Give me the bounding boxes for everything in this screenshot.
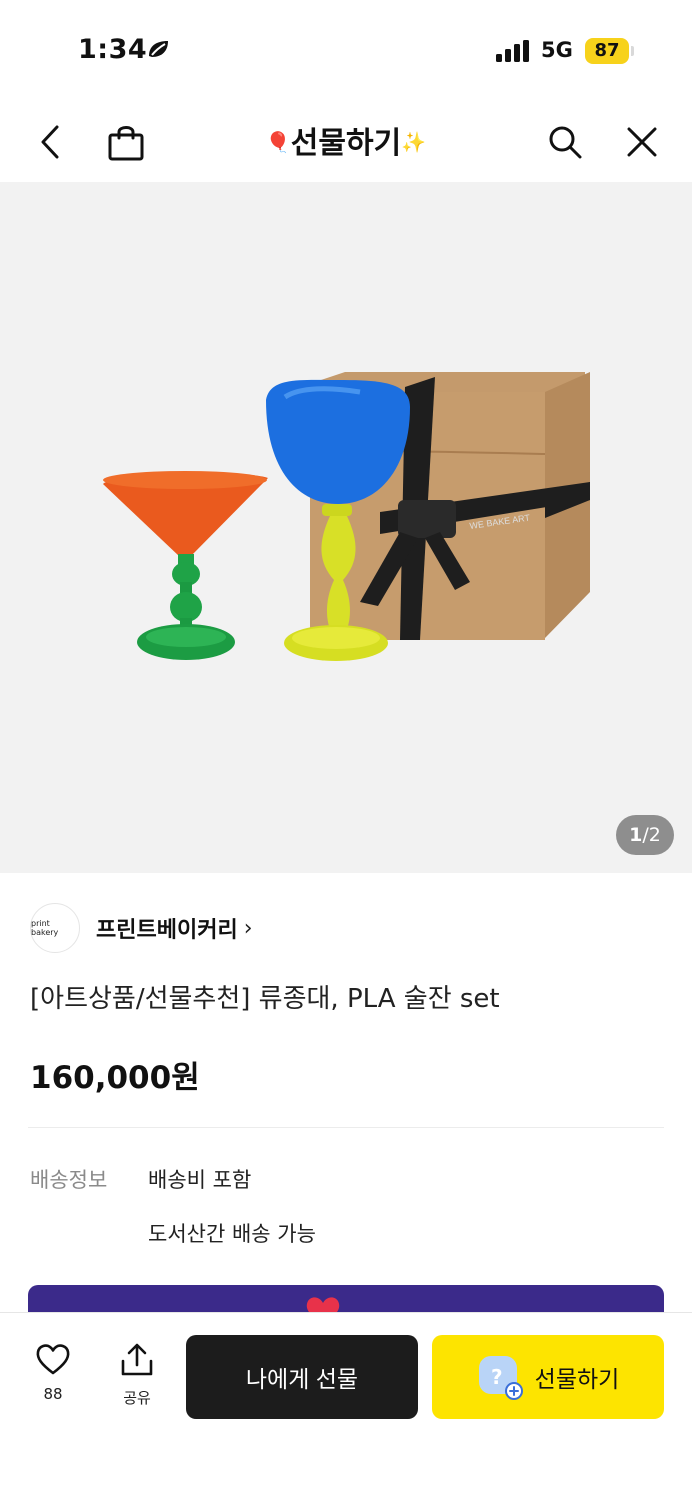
search-button[interactable]: [545, 122, 585, 162]
share-icon: [121, 1343, 153, 1376]
product-image-carousel[interactable]: WE BAKE ART 1/2: [0, 182, 692, 873]
like-button[interactable]: 88: [28, 1343, 78, 1403]
image-page-current: 1: [629, 824, 643, 846]
divider: [28, 1127, 664, 1128]
chevron-right-icon: ›: [243, 915, 253, 941]
like-count: 88: [43, 1385, 63, 1403]
seller-logo: print bakery: [30, 903, 80, 953]
search-icon: [549, 126, 582, 159]
heart-icon: [36, 1344, 70, 1375]
sparkle-emoji: ✨: [401, 130, 427, 154]
bottom-action-bar: 88 공유 나에게 선물 ? 선물하기: [0, 1312, 692, 1500]
share-label: 공유: [123, 1389, 151, 1407]
status-time: 1:34: [78, 34, 148, 65]
close-button[interactable]: [622, 122, 662, 162]
focus-moon-icon: [146, 38, 172, 64]
image-page-total: /2: [642, 824, 661, 846]
gift-friend-icon: ?: [478, 1356, 523, 1400]
nav-header: 🎈선물하기✨: [0, 100, 692, 182]
shipping-remote-info: 도서산간 배송 가능: [148, 1222, 316, 1246]
seller-logo-text: print bakery: [31, 919, 59, 937]
shipping-label: 배송정보: [30, 1168, 108, 1192]
gift-to-self-button[interactable]: 나에게 선물: [186, 1335, 418, 1419]
close-icon: [627, 127, 657, 157]
image-page-indicator: 1/2: [616, 815, 674, 855]
network-type: 5G: [541, 38, 573, 62]
seller-link[interactable]: print bakery 프린트베이커리 ›: [30, 900, 253, 956]
battery-nub: [631, 46, 634, 56]
signal-icon: [496, 40, 532, 66]
product-title: [아트상품/선물추천] 류종대, PLA 술잔 set: [30, 984, 500, 1014]
svg-text:?: ?: [491, 1365, 503, 1389]
page-title: 🎈선물하기✨: [0, 118, 692, 162]
send-gift-label: 선물하기: [534, 1366, 620, 1392]
page-title-text: 선물하기: [290, 126, 402, 161]
shipping-fee-info: 배송비 포함: [148, 1168, 252, 1192]
product-photo: WE BAKE ART: [103, 372, 590, 661]
balloon-emoji: 🎈: [265, 130, 291, 154]
product-price: 160,000원: [30, 1060, 200, 1096]
battery-badge: 87: [585, 38, 629, 64]
seller-name: 프린트베이커리: [96, 918, 238, 943]
share-button[interactable]: 공유: [112, 1343, 162, 1408]
status-bar: 1:34 5G 87: [0, 0, 692, 100]
send-gift-button[interactable]: ? 선물하기: [432, 1335, 664, 1419]
